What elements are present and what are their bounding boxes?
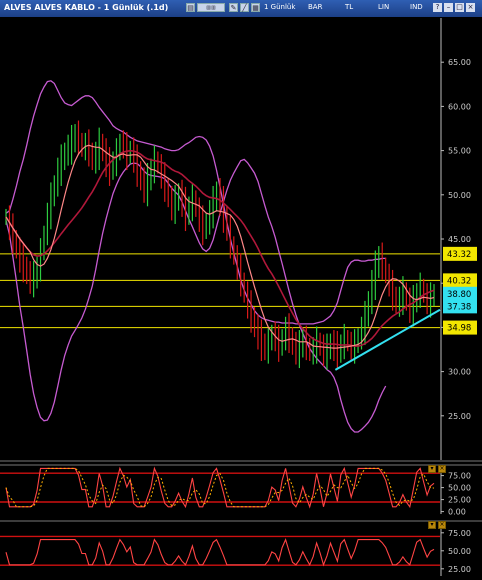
panel2-settings-button[interactable]: ▾ (428, 521, 436, 529)
osc2-background (0, 522, 482, 576)
panel1-settings-button[interactable]: ▾ (428, 465, 436, 473)
osc1-tick-label: 25.00 (448, 496, 471, 505)
price-tick-label: 65.00 (448, 58, 471, 67)
panel2-close-button[interactable]: × (438, 521, 446, 529)
oscillator-panel-1: 75.00 50.00 25.00 0.00 (0, 464, 482, 517)
price-tick-label: 45.00 (448, 235, 471, 244)
osc2-tick-label: 50.00 (448, 547, 471, 556)
price-tick-label: 25.00 (448, 412, 471, 421)
osc1-tick-label: 0.00 (448, 508, 466, 517)
price-tick-label: 30.00 (448, 368, 471, 377)
level-label: 37.38 (447, 302, 471, 312)
osc1-tick-label: 50.00 (448, 484, 471, 493)
osc1-tick-label: 75.00 (448, 472, 471, 481)
price-tick-label: 55.00 (448, 147, 471, 156)
price-tick-label: 60.00 (448, 102, 471, 111)
chart-area: 25.0030.0035.0040.0045.0050.0055.0060.00… (0, 18, 482, 576)
level-label: 38.80 (447, 290, 471, 300)
osc2-tick-label: 25.00 (448, 565, 471, 574)
price-tick-label: 50.00 (448, 191, 471, 200)
price-panel: 25.0030.0035.0040.0045.0050.0055.0060.00… (0, 18, 482, 462)
level-label: 34.98 (447, 324, 471, 334)
osc2-tick-label: 75.00 (448, 529, 471, 538)
level-label: 43.32 (447, 250, 471, 260)
level-label: 40.32 (447, 276, 471, 286)
oscillator-panel-2: 75.00 50.00 25.00 (0, 520, 482, 576)
panel1-close-button[interactable]: × (438, 465, 446, 473)
